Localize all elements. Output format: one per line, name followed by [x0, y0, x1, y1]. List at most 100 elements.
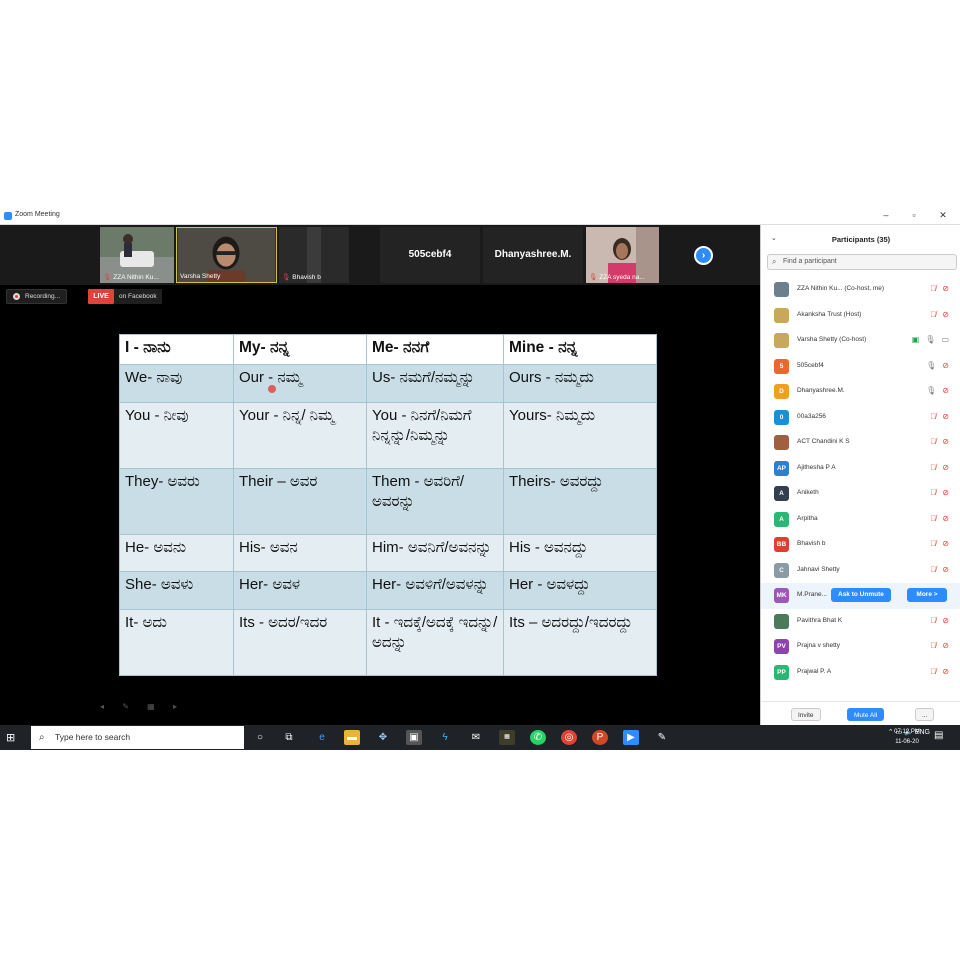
table-cell: Her- ಅವಳ	[233, 571, 367, 611]
participant-row[interactable]: AP Ajithesha P A 🎙̸ ⊘	[761, 456, 960, 482]
screen: Zoom Meeting – ▫ ✕ 🎙 ZZA Nithin Ku... Va…	[0, 208, 960, 750]
mic-off-icon[interactable]: 🎙̸	[930, 539, 936, 548]
mic-off-icon[interactable]: 🎙̸	[930, 463, 936, 472]
mute-all-button[interactable]: Mute All	[847, 708, 885, 721]
video-off-icon[interactable]: ⊘	[942, 565, 949, 574]
participant-row[interactable]: C Jahnavi Shetty 🎙̸ ⊘	[761, 558, 960, 584]
powerpoint-icon[interactable]: P	[592, 730, 608, 745]
whatsapp-icon[interactable]: ✆	[530, 730, 546, 745]
participant-row[interactable]: A Aniketh 🎙̸ ⊘	[761, 481, 960, 507]
participant-row[interactable]: ACT Chandini K S 🎙̸ ⊘	[761, 430, 960, 456]
minimize-button[interactable]: –	[879, 210, 893, 220]
mic-off-icon[interactable]: 🎙̸	[930, 514, 936, 523]
participant-row[interactable]: Akanksha Trust (Host) 🎙̸ ⊘	[761, 303, 960, 329]
cortana-icon[interactable]: ○	[252, 730, 268, 745]
video-off-icon[interactable]: ⊘	[942, 386, 949, 395]
participant-status-icons: 🎙̸ ⊘	[924, 463, 949, 472]
ask-to-unmute-button[interactable]: Ask to Unmute	[831, 588, 891, 602]
video-off-icon[interactable]: ⊘	[942, 539, 949, 548]
bolt-app-icon[interactable]: ϟ	[437, 730, 453, 745]
mic-off-icon[interactable]: 🎙̸	[930, 412, 936, 421]
video-tile[interactable]: 🎙 ZZA syeda na...	[586, 227, 659, 283]
participant-status-icons: 🎙̸ ⊘	[924, 667, 949, 676]
mic-on-icon[interactable]: 🎙	[925, 335, 935, 344]
slide-toolbar[interactable]: ◂ ✎ ▦ ▸	[100, 702, 185, 711]
dropbox-icon[interactable]: ✥	[375, 730, 391, 745]
video-tile[interactable]: 505cebf4	[380, 227, 480, 283]
windows-start-icon[interactable]: ⊞	[6, 731, 15, 744]
file-explorer-icon[interactable]: ▬	[344, 730, 360, 745]
participant-row[interactable]: BB Bhavish b 🎙̸ ⊘	[761, 532, 960, 558]
more-options-button[interactable]: ...	[915, 708, 935, 721]
mic-off-icon[interactable]: 🎙̸	[930, 565, 936, 574]
mic-off-icon[interactable]: 🎙̸	[930, 667, 936, 676]
video-tile-active-speaker[interactable]: Varsha Shetty	[176, 227, 277, 283]
video-off-icon[interactable]: ⊘	[942, 667, 949, 676]
video-tile[interactable]: 🎙 ZZA Nithin Ku...	[100, 227, 174, 283]
video-off-icon[interactable]: ⊘	[942, 488, 949, 497]
mic-off-icon[interactable]: 🎙̸	[930, 641, 936, 650]
participant-row[interactable]: A Arpitha 🎙̸ ⊘	[761, 507, 960, 533]
tile-name: 505cebf4	[408, 249, 452, 260]
live-target-label: on Facebook	[114, 289, 162, 304]
video-tile[interactable]: 🎙 Bhavish b	[279, 227, 349, 283]
mic-on-icon[interactable]: 🎙	[926, 361, 936, 370]
participant-row[interactable]: 5 505cebf4 🎙 ⊘	[761, 354, 960, 380]
maximize-button[interactable]: ▫	[907, 210, 921, 220]
video-off-icon[interactable]: ⊘	[942, 437, 949, 446]
participant-row[interactable]: PV Prajna v shetty 🎙̸ ⊘	[761, 634, 960, 660]
video-tile[interactable]: Dhanyashree.M.	[483, 227, 583, 283]
table-row: You - ನೀವು Your - ನಿನ್ನ/ ನಿಮ್ಮ You - ನಿನ…	[119, 401, 657, 469]
taskbar-clock[interactable]: 07:12 PM 11-06-20	[893, 727, 921, 747]
zoom-taskbar-icon[interactable]: ▶	[623, 730, 639, 745]
participant-status-icons: 🎙̸ ⊘	[924, 616, 949, 625]
table-cell: They- ಅವರು	[119, 467, 234, 535]
video-off-icon[interactable]: ⊘	[942, 412, 949, 421]
close-button[interactable]: ✕	[936, 210, 950, 221]
app-icon[interactable]: ▦	[499, 730, 515, 745]
video-off-icon[interactable]: ⊘	[942, 284, 949, 293]
mic-off-icon[interactable]: 🎙̸	[930, 616, 936, 625]
mic-off-icon[interactable]: 🎙̸	[930, 310, 936, 319]
mail-icon[interactable]: ✉	[468, 730, 484, 745]
mic-off-icon[interactable]: 🎙̸	[930, 488, 936, 497]
store-icon[interactable]: ▣	[406, 730, 422, 745]
window-titlebar: Zoom Meeting – ▫ ✕	[0, 208, 960, 225]
video-on-icon[interactable]: ▭	[941, 335, 949, 344]
participant-status-icons: 🎙̸ ⊘	[924, 310, 949, 319]
avatar	[774, 613, 789, 629]
participant-search-input[interactable]: ⌕ Find a participant	[767, 254, 957, 270]
next-page-arrow-icon[interactable]: ›	[694, 246, 713, 265]
invite-button[interactable]: Invite	[791, 708, 821, 721]
mic-off-icon[interactable]: 🎙̸	[930, 284, 936, 293]
participant-row[interactable]: ZZA Nithin Ku... (Co-host, me) 🎙̸ ⊘	[761, 277, 960, 303]
video-off-icon[interactable]: ⊘	[942, 514, 949, 523]
mic-on-icon[interactable]: 🎙	[926, 386, 936, 395]
video-off-icon[interactable]: ⊘	[942, 616, 949, 625]
taskbar-search-input[interactable]: ⌕ Type here to search	[31, 726, 244, 749]
participant-row[interactable]: Pavithra Bhat K 🎙̸ ⊘	[761, 609, 960, 635]
participant-row[interactable]: PP Prajwal P. A 🎙̸ ⊘	[761, 660, 960, 686]
paint-icon[interactable]: ✎	[654, 730, 670, 745]
video-off-icon[interactable]: ⊘	[942, 463, 949, 472]
participant-row[interactable]: D Dhanyashree.M. 🎙 ⊘	[761, 379, 960, 405]
mic-off-icon[interactable]: 🎙̸	[930, 437, 936, 446]
share-icon[interactable]: ▣	[912, 335, 920, 344]
chrome-icon[interactable]: ◎	[561, 730, 577, 745]
edge-browser-icon[interactable]: e	[314, 730, 330, 745]
video-off-icon[interactable]: ⊘	[942, 310, 949, 319]
more-button[interactable]: More >	[907, 588, 947, 602]
recording-indicator[interactable]: Recording...	[6, 289, 68, 304]
notifications-icon[interactable]: ▤	[934, 730, 943, 741]
participant-row[interactable]: Varsha Shetty (Co-host) ▣ 🎙 ▭	[761, 328, 960, 354]
participant-row[interactable]: 0 00a3a256 🎙̸ ⊘	[761, 405, 960, 431]
avatar: A	[774, 486, 789, 501]
video-off-icon[interactable]: ⊘	[942, 361, 949, 370]
participant-row[interactable]: MK M.Prane... Ask to Unmute More >	[761, 583, 960, 609]
video-off-icon[interactable]: ⊘	[942, 641, 949, 650]
participant-name: Prajna v shetty	[797, 642, 840, 649]
tile-name: ZZA syeda na...	[599, 274, 645, 281]
participant-name: ZZA Nithin Ku... (Co-host, me)	[797, 285, 885, 292]
task-view-icon[interactable]: ⧉	[281, 730, 297, 745]
participant-name: ACT Chandini K S	[797, 438, 850, 445]
